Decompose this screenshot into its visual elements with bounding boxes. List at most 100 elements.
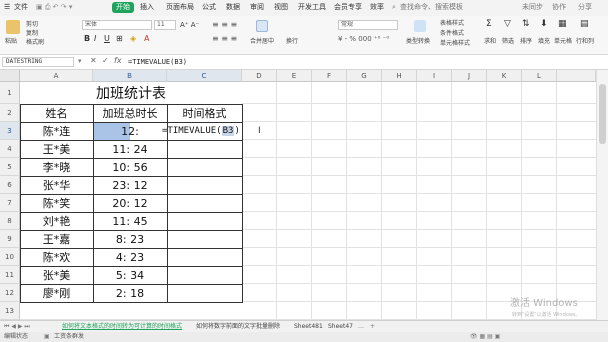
sum-icon[interactable]: Σ xyxy=(486,20,492,29)
font-size-select[interactable]: 11 xyxy=(154,20,176,30)
table-title[interactable]: 加班统计表 xyxy=(20,82,242,104)
cell-duration[interactable]: 12: xyxy=(93,122,167,140)
fill-icon[interactable]: ⬇ xyxy=(540,20,548,29)
cell-name[interactable]: 陈*笑 xyxy=(20,194,93,212)
cell-duration[interactable]: 2: 18 xyxy=(93,284,167,302)
sync-status[interactable]: 未同步 xyxy=(522,3,543,12)
currency-icon[interactable]: ¥ - % 000 ⁺⁰ ⁻⁰ xyxy=(338,35,389,43)
cell-name[interactable]: 王*嘉 xyxy=(20,230,93,248)
menu-efficiency[interactable]: 效率 xyxy=(370,3,384,12)
col-header-k[interactable]: K xyxy=(487,70,522,82)
menu-insert[interactable]: 插入 xyxy=(140,3,154,12)
cell-duration[interactable]: 8: 23 xyxy=(93,230,167,248)
font-grow-icon[interactable]: A⁺ A⁻ xyxy=(180,21,199,29)
cell-duration[interactable]: 4: 23 xyxy=(93,248,167,266)
underline-button[interactable]: U xyxy=(104,35,110,43)
col-header-f[interactable]: F xyxy=(312,70,347,82)
wrap-button[interactable]: 换行 xyxy=(286,38,298,46)
menu-formulas[interactable]: 公式 xyxy=(202,3,216,12)
cell-duration[interactable]: 20: 12 xyxy=(93,194,167,212)
col-header-b[interactable]: B xyxy=(93,70,167,82)
font-name-select[interactable]: 宋体 xyxy=(82,20,152,30)
merge-center-button[interactable]: 合并居中 xyxy=(250,38,274,46)
col-header-i[interactable]: I xyxy=(417,70,452,82)
fill-button[interactable]: 填充 xyxy=(538,38,550,46)
sum-button[interactable]: 求和 xyxy=(484,38,496,46)
cell-duration[interactable]: 11: 24 xyxy=(93,140,167,158)
scroll-thumb[interactable] xyxy=(599,84,606,144)
cell-name[interactable]: 张*美 xyxy=(20,266,93,284)
cell-name[interactable]: 刘*艳 xyxy=(20,212,93,230)
hamburger-icon[interactable]: ☰ xyxy=(4,3,10,12)
sheet-tab-active[interactable]: 如何将文本格式的时间转为可计算的时间格式 xyxy=(62,322,182,331)
col-header-a[interactable]: A xyxy=(20,70,93,82)
row-header-13[interactable]: 13 xyxy=(0,302,20,320)
row-col-button[interactable]: 行和列 xyxy=(576,38,594,46)
cond-format-button[interactable]: 条件格式 xyxy=(440,30,464,38)
col-header-g[interactable]: G xyxy=(347,70,382,82)
menu-data[interactable]: 数据 xyxy=(226,3,240,12)
row-header-8[interactable]: 8 xyxy=(0,212,20,230)
row-header-6[interactable]: 6 xyxy=(0,176,20,194)
menu-file[interactable]: 文件 xyxy=(14,3,28,12)
cell-icon[interactable]: ▦ xyxy=(558,20,567,29)
select-all-corner[interactable] xyxy=(0,70,20,82)
cell-duration[interactable]: 10: 56 xyxy=(93,158,167,176)
fill-color-icon[interactable]: ◈ xyxy=(130,35,136,43)
cell-name[interactable]: 廖*刚 xyxy=(20,284,93,302)
paste-icon[interactable] xyxy=(6,20,20,34)
format-painter-button[interactable]: 格式刷 xyxy=(26,39,44,47)
cell-name[interactable]: 李*晓 xyxy=(20,158,93,176)
menu-member[interactable]: 会员专享 xyxy=(334,3,362,12)
cell-button[interactable]: 单元格 xyxy=(554,38,572,46)
bold-button[interactable]: B xyxy=(84,35,90,43)
row-header-4[interactable]: 4 xyxy=(0,140,20,158)
search-icon[interactable]: ⌕ xyxy=(392,3,396,12)
cell-style-button[interactable]: 单元格样式 xyxy=(440,40,470,48)
payroll-icon[interactable]: ▣ xyxy=(44,333,50,341)
row-header-7[interactable]: 7 xyxy=(0,194,20,212)
header-duration[interactable]: 加班总时长 xyxy=(93,104,167,122)
merge-center-icon[interactable] xyxy=(256,20,268,32)
row-header-9[interactable]: 9 xyxy=(0,230,20,248)
search-input[interactable]: 查找命令、搜索模板 xyxy=(400,3,463,12)
cut-button[interactable]: 剪切 xyxy=(26,21,38,29)
cell-duration[interactable]: 5: 34 xyxy=(93,266,167,284)
row-col-icon[interactable]: ▤ xyxy=(580,20,589,29)
name-box[interactable]: DATESTRING xyxy=(2,57,74,67)
view-mode-icons[interactable]: 👁 ▦ ▤ ▣ xyxy=(470,333,500,341)
row-header-5[interactable]: 5 xyxy=(0,158,20,176)
number-format-select[interactable]: 常规 xyxy=(338,20,398,30)
type-convert-button[interactable]: 类型转换 xyxy=(406,38,430,46)
menu-home[interactable]: 开始 xyxy=(112,2,134,13)
sort-icon[interactable]: ⇅ xyxy=(522,20,530,29)
cancel-icon[interactable]: ✕ xyxy=(90,56,97,65)
cell-name[interactable]: 陈*连 xyxy=(20,122,93,140)
cell-name[interactable]: 张*华 xyxy=(20,176,93,194)
cell-duration[interactable]: 11: 45 xyxy=(93,212,167,230)
sheet-tab[interactable]: Sheet47 xyxy=(328,322,353,331)
spreadsheet-grid[interactable]: A B C D E F G H I J K L 1 2 3 4 5 6 7 8 … xyxy=(0,70,596,320)
row-header-2[interactable]: 2 xyxy=(0,104,20,122)
col-header-h[interactable]: H xyxy=(382,70,417,82)
row-header-12[interactable]: 12 xyxy=(0,284,20,302)
formula-input[interactable]: =TIMEVALUE(B3) xyxy=(128,57,187,67)
cell-name[interactable]: 王*美 xyxy=(20,140,93,158)
italic-button[interactable]: I xyxy=(94,35,96,43)
sheet-tab[interactable]: 如何将数字前面的文字批量删除 xyxy=(196,322,280,331)
font-color-icon[interactable]: A xyxy=(144,35,149,43)
payroll-assistant[interactable]: 工资条群发 xyxy=(54,333,84,341)
col-header-m[interactable] xyxy=(557,70,596,82)
sheet-tab[interactable]: Sheet481 xyxy=(294,322,323,331)
cell-name[interactable]: 陈*欢 xyxy=(20,248,93,266)
sort-button[interactable]: 排序 xyxy=(520,38,532,46)
col-header-c[interactable]: C xyxy=(167,70,242,82)
sheet-tab-more-icon[interactable]: … xyxy=(358,322,364,331)
collab-button[interactable]: 协作 xyxy=(552,3,566,12)
paste-button[interactable]: 粘贴 xyxy=(5,38,17,46)
row-header-1[interactable]: 1 xyxy=(0,82,20,104)
menu-view[interactable]: 视图 xyxy=(274,3,288,12)
name-box-dropdown-icon[interactable]: ▾ xyxy=(78,57,82,65)
filter-icon[interactable]: ▽ xyxy=(504,20,511,29)
header-name[interactable]: 姓名 xyxy=(20,104,93,122)
